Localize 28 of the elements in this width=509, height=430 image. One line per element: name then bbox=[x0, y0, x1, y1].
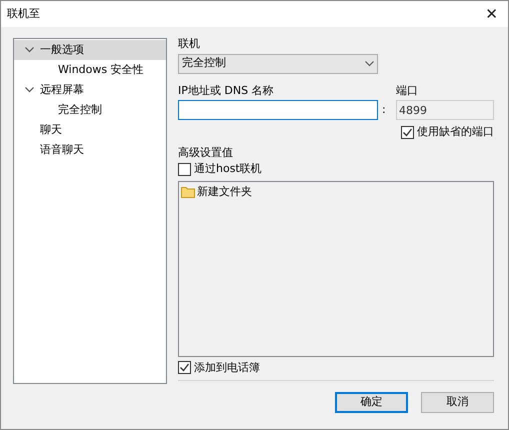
address-field[interactable] bbox=[178, 100, 378, 120]
tree-item[interactable]: 聊天 bbox=[14, 120, 166, 140]
section-label: 高级设置值 bbox=[178, 144, 234, 160]
checkbox[interactable] bbox=[178, 361, 191, 374]
close-button[interactable]: ✕ bbox=[485, 2, 498, 26]
tree-item[interactable]: 一般选项 bbox=[14, 40, 166, 60]
tree-item[interactable]: 语音聊天 bbox=[14, 140, 166, 160]
checkbox[interactable] bbox=[178, 162, 191, 176]
checkbox-label: 通过host联机 bbox=[194, 161, 262, 177]
separator-text: : bbox=[382, 102, 387, 118]
checkbox-label: 添加到电话簿 bbox=[194, 360, 260, 376]
field-label: 端口 bbox=[396, 82, 419, 98]
tree-item[interactable]: Windows 安全性 bbox=[14, 60, 166, 80]
chevron-down-icon[interactable] bbox=[24, 47, 34, 53]
tree-item[interactable]: 远程屏幕 bbox=[14, 80, 166, 100]
tree-item[interactable]: 完全控制 bbox=[14, 100, 166, 120]
window-title: 联机至 bbox=[7, 6, 40, 22]
checkbox-label: 使用缺省的端口 bbox=[417, 124, 494, 140]
checkbox[interactable] bbox=[401, 126, 414, 139]
folder-item[interactable]: 新建文件夹 bbox=[181, 184, 491, 200]
folder-icon bbox=[181, 186, 195, 198]
field-label: 联机 bbox=[178, 36, 201, 52]
connection-dropdown[interactable]: 完全控制 bbox=[178, 54, 378, 74]
chevron-down-icon[interactable] bbox=[24, 87, 34, 93]
chevron-down-icon bbox=[365, 60, 374, 66]
field-label: IP地址或 DNS 名称 bbox=[178, 82, 275, 98]
dialog-button[interactable]: 取消 bbox=[421, 392, 494, 413]
dialog-button[interactable]: 确定 bbox=[335, 392, 408, 413]
